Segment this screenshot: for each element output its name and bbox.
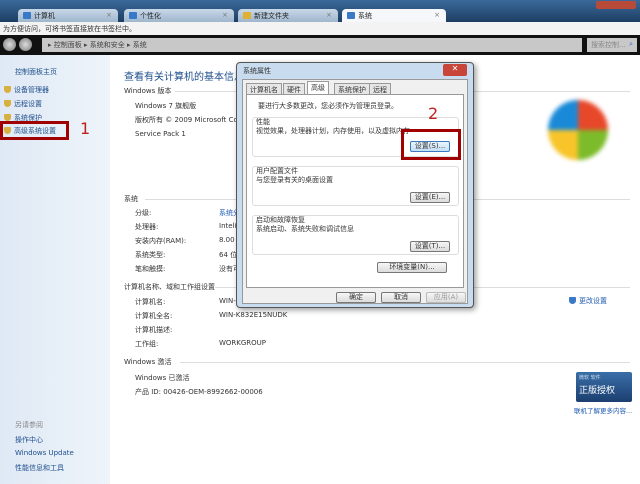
tab-advanced[interactable]: 高级 <box>307 81 329 95</box>
activation-status: Windows 已激活 <box>135 374 190 382</box>
tab-system-protection[interactable]: 系统保护 <box>334 83 370 94</box>
annotation-number: 1 <box>80 119 91 138</box>
dialog-title: 系统属性 <box>243 67 271 75</box>
tab-label: 新建文件夹 <box>254 12 289 20</box>
window-controls[interactable] <box>596 1 636 9</box>
see-also-heading: 另请参阅 <box>15 421 43 429</box>
group-description: 与您登录有关的桌面设置 <box>256 176 333 184</box>
tab-new-folder[interactable]: 新建文件夹 × <box>238 9 338 22</box>
advanced-panel: 要进行大多数更改，您必须作为管理员登录。 性能 视觉效果，处理器计划，内存使用，… <box>246 94 464 288</box>
tab-hardware[interactable]: 硬件 <box>283 83 305 94</box>
genuine-subtitle: 微软 软件 <box>579 375 601 381</box>
annotation-number: 2 <box>428 104 439 123</box>
link-action-center[interactable]: 操作中心 <box>15 435 43 445</box>
section-heading: 计算机名称、域和工作组设置 <box>124 283 215 291</box>
highlight-box-2 <box>401 129 461 160</box>
tab-label: 个性化 <box>140 12 161 20</box>
system-properties-dialog: 系统属性 ✕ 计算机名 硬件 高级 系统保护 远程 要进行大多数更改，您必须作为… <box>236 62 474 308</box>
close-icon[interactable]: × <box>106 11 112 19</box>
workgroup-value: WORKGROUP <box>219 339 267 347</box>
admin-note: 要进行大多数更改，您必须作为管理员登录。 <box>258 102 398 110</box>
section-heading: Windows 版本 <box>124 87 172 95</box>
computer-name-value: WIN- <box>219 297 236 305</box>
divider <box>180 362 630 363</box>
tab-system[interactable]: 系统 × <box>342 9 446 23</box>
close-button[interactable]: ✕ <box>443 64 467 76</box>
page-title: 查看有关计算机的基本信息 <box>124 72 244 83</box>
pen-touch-label: 笔和触摸: <box>135 265 166 273</box>
search-placeholder: 搜索控制... <box>591 41 626 49</box>
tab-remote[interactable]: 远程 <box>369 83 391 94</box>
apply-button[interactable]: 应用(A) <box>426 292 466 303</box>
processor-value: Intel( <box>219 222 238 230</box>
service-pack-text: Service Pack 1 <box>135 130 186 138</box>
startup-settings-button[interactable]: 设置(T)... <box>410 241 450 252</box>
close-icon[interactable]: × <box>434 11 440 19</box>
user-profiles-group: 用户配置文件 与您登录有关的桌面设置 设置(E)... <box>252 166 459 206</box>
tab-label: 系统 <box>358 12 372 20</box>
forward-button[interactable] <box>19 38 32 51</box>
sidebar: 控制面板主页 设备管理器 远程设置 系统保护 高级系统设置 另请参阅 操作中心 … <box>0 55 110 484</box>
bookmark-bar: 为方便访问，可将书签直接放在书签栏中。 <box>0 22 640 35</box>
system-icon <box>347 12 355 19</box>
shield-icon <box>4 114 11 121</box>
tab-label: 计算机 <box>34 12 55 20</box>
personalize-icon <box>129 12 137 19</box>
search-input[interactable]: 搜索控制... ⌕ <box>587 38 637 52</box>
environment-variables-button[interactable]: 环境变量(N)... <box>377 262 447 273</box>
startup-recovery-group: 启动和故障恢复 系统启动、系统失败和调试信息 设置(T)... <box>252 215 459 255</box>
tab-computer[interactable]: 计算机 × <box>18 9 118 22</box>
system-type-value: 64 位 <box>219 251 238 259</box>
search-icon: ⌕ <box>629 40 633 48</box>
tab-personalize[interactable]: 个性化 × <box>124 9 234 22</box>
cancel-button[interactable]: 取消 <box>381 292 421 303</box>
shield-icon <box>4 100 11 107</box>
tab-computer-name[interactable]: 计算机名 <box>246 83 282 94</box>
folder-icon <box>243 12 251 19</box>
edition-text: Windows 7 旗舰版 <box>135 102 197 110</box>
close-icon[interactable]: × <box>326 11 332 19</box>
profile-settings-button[interactable]: 设置(E)... <box>410 192 450 203</box>
section-heading: Windows 激活 <box>124 358 172 366</box>
learn-more-link[interactable]: 联机了解更多内容... <box>574 405 632 415</box>
description-label: 计算机描述: <box>135 326 173 334</box>
breadcrumb-item[interactable]: 系统和安全 <box>90 41 125 49</box>
group-description: 视觉效果，处理器计划，内存使用，以及虚拟内存 <box>256 127 410 135</box>
full-name-value: WIN-K832E15NUDK <box>219 311 288 319</box>
shield-icon <box>4 86 11 93</box>
back-button[interactable] <box>3 38 16 51</box>
breadcrumb-item[interactable]: 系统 <box>133 41 147 49</box>
group-description: 系统启动、系统失败和调试信息 <box>256 225 354 233</box>
link-performance[interactable]: 性能信息和工具 <box>15 463 64 473</box>
computer-name-label: 计算机名: <box>135 298 166 306</box>
genuine-badge[interactable]: 微软 软件 正版授权 <box>576 372 632 402</box>
system-type-label: 系统类型: <box>135 251 166 259</box>
ok-button[interactable]: 确定 <box>336 292 376 303</box>
sidebar-item-label: 远程设置 <box>14 100 42 108</box>
workgroup-label: 工作组: <box>135 340 159 348</box>
rating-label: 分级: <box>135 209 152 217</box>
change-settings-label: 更改设置 <box>579 297 607 305</box>
shield-icon <box>569 297 576 304</box>
processor-label: 处理器: <box>135 223 159 231</box>
windows-logo <box>548 100 608 160</box>
address-bar[interactable]: ▸ 控制面板 ▸ 系统和安全 ▸ 系统 <box>42 38 582 52</box>
full-name-label: 计算机全名: <box>135 312 173 320</box>
copyright-text: 版权所有 © 2009 Microsoft Cor <box>135 116 241 124</box>
link-windows-update[interactable]: Windows Update <box>15 449 74 457</box>
ram-label: 安装内存(RAM): <box>135 237 187 245</box>
sidebar-item-device-manager[interactable]: 设备管理器 <box>4 85 49 95</box>
change-settings-link[interactable]: 更改设置 <box>569 296 607 306</box>
breadcrumb-item[interactable]: 控制面板 <box>54 41 82 49</box>
computer-icon <box>23 12 31 19</box>
product-id: 产品 ID: 00426-OEM-8992662-00006 <box>135 388 263 396</box>
sidebar-item-label: 设备管理器 <box>14 86 49 94</box>
browser-titlebar: 计算机 × 个性化 × 新建文件夹 × 系统 × <box>0 0 640 23</box>
close-icon[interactable]: × <box>222 11 228 19</box>
sidebar-item-remote[interactable]: 远程设置 <box>4 99 42 109</box>
sidebar-home-link[interactable]: 控制面板主页 <box>15 67 57 77</box>
highlight-box-1 <box>0 121 69 140</box>
genuine-label: 正版授权 <box>579 386 616 396</box>
section-heading: 系统 <box>124 195 138 203</box>
